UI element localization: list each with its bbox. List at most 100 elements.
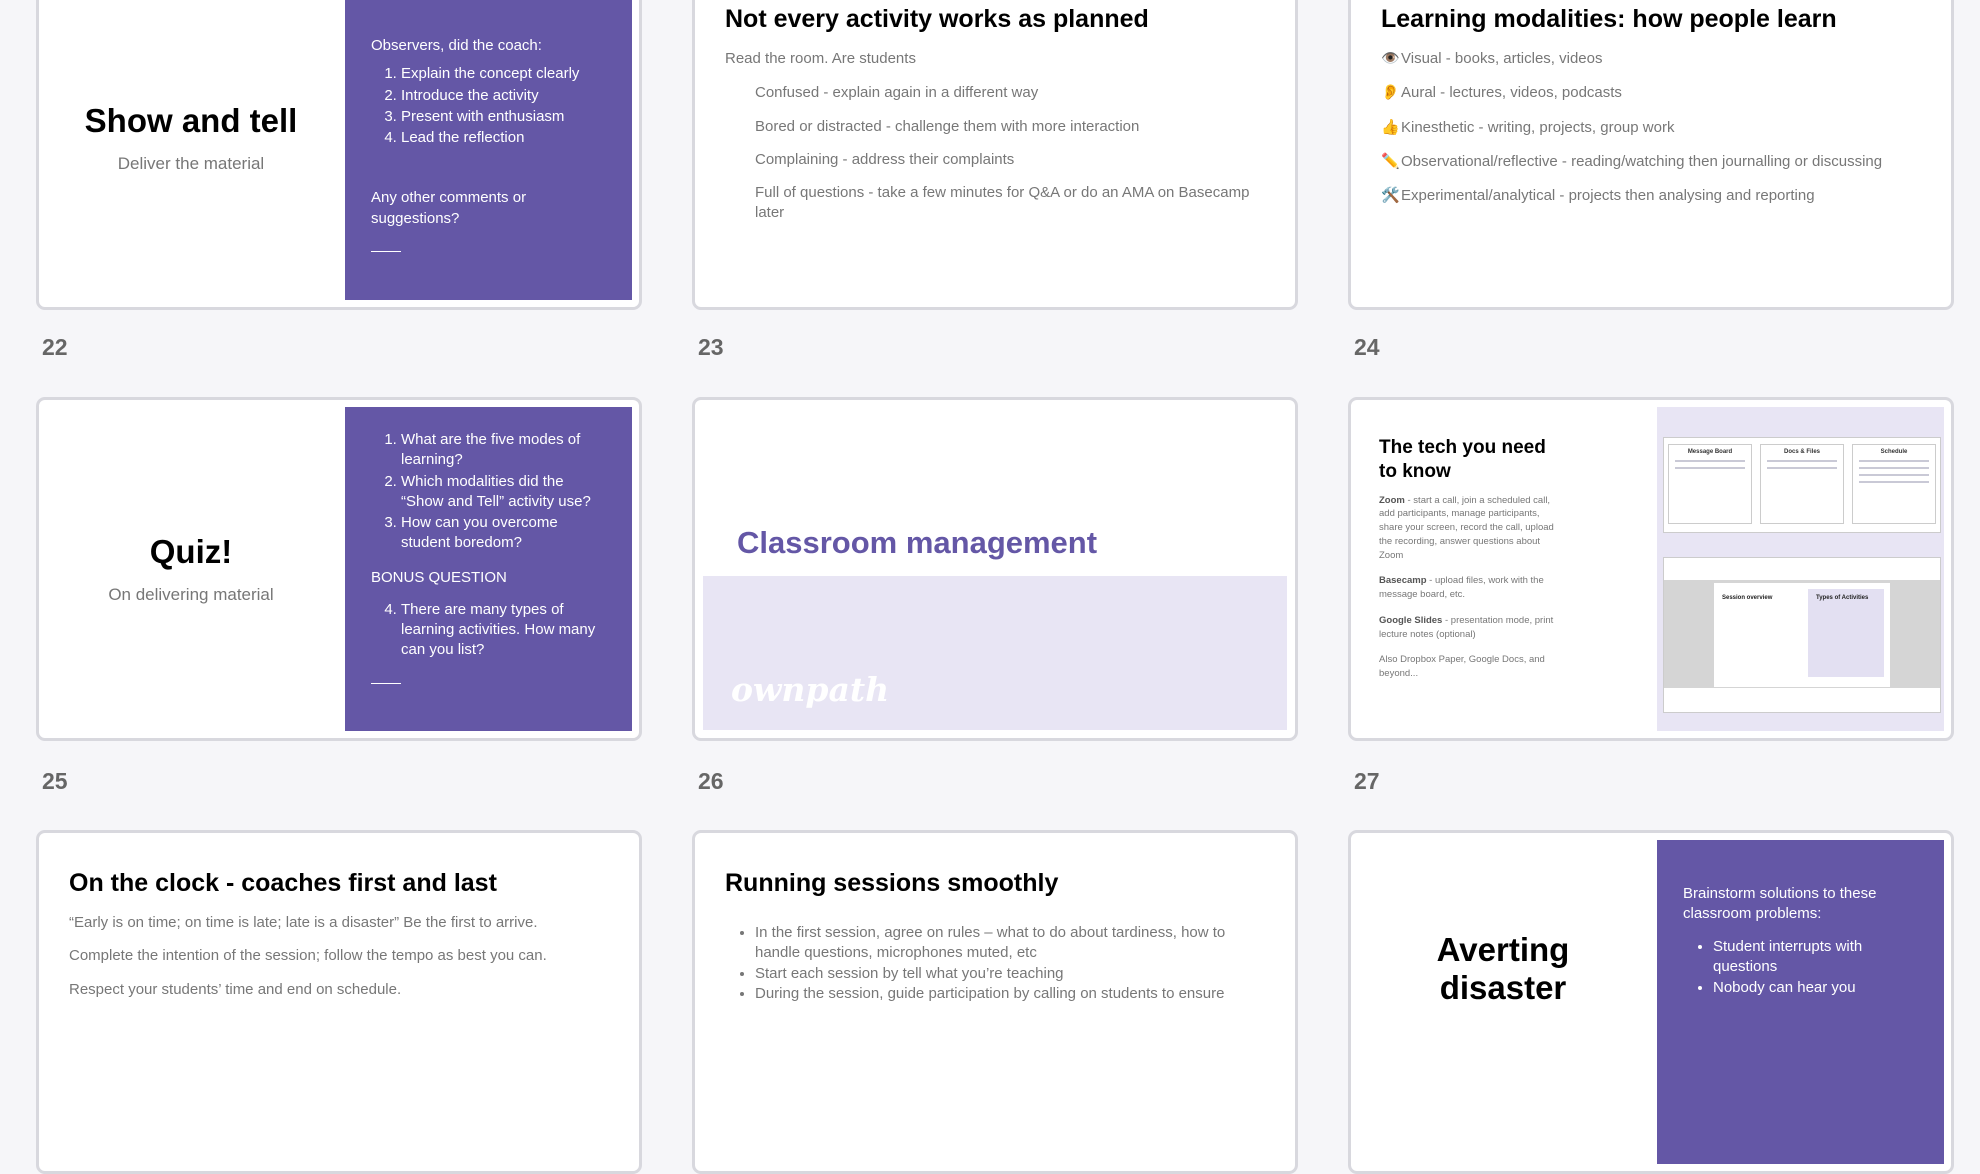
text-line: Respect your students’ time and end on s… — [69, 980, 402, 998]
list-item: ✏️Observational/reflective - reading/wat… — [1381, 152, 1927, 172]
panel-list: Student interrupts with questions Nobody… — [1683, 937, 1918, 999]
bonus-list: There are many types of learning activit… — [371, 600, 606, 661]
slide-title: Running sessions smoothly — [725, 869, 1059, 897]
panel-list: Explain the concept clearly Introduce th… — [371, 64, 606, 148]
slide-title: Learning modalities: how people learn — [1381, 5, 1837, 33]
paragraph: Also Dropbox Paper, Google Docs, and bey… — [1379, 653, 1559, 681]
slide-number: 22 — [42, 334, 68, 360]
item-text: Observational/reflective - reading/watch… — [1401, 152, 1883, 170]
app-toolbar — [1664, 558, 1940, 580]
quiz-questions: What are the five modes of learning? Whi… — [371, 430, 606, 554]
slide-title: Show and tell — [84, 102, 298, 139]
slide-thumbnail-22[interactable]: Show and tell Deliver the material Obser… — [36, 0, 642, 310]
notes-area — [1664, 688, 1940, 712]
item-text: Experimental/analytical - projects then … — [1401, 187, 1815, 204]
list-item: Bored or distracted - challenge them wit… — [755, 117, 1140, 135]
slide-left-panel: Show and tell Deliver the material — [39, 0, 343, 307]
slide-purple-panel: Observers, did the coach: Explain the co… — [345, 0, 632, 300]
divider — [371, 682, 401, 684]
list-item: Nobody can hear you — [1713, 978, 1918, 998]
basecamp-screenshot: Message Board Docs & Files Schedule — [1663, 437, 1941, 533]
docs-files-column: Docs & Files — [1760, 444, 1844, 524]
slide-title: On the clock - coaches first and last — [69, 869, 497, 897]
slide-thumbnail-29[interactable]: Running sessions smoothly In the first s… — [692, 830, 1298, 1174]
list-item: Introduce the activity — [401, 86, 606, 106]
thumbs-up-icon: 👍 — [1381, 118, 1400, 136]
slide-title: Classroom management — [737, 525, 1098, 560]
list-item: 🛠️Experimental/analytical - projects the… — [1381, 186, 1927, 206]
list-item: Lead the reflection — [401, 128, 606, 148]
google-slides-screenshot: Session overview Types of Activities — [1663, 557, 1941, 713]
slide-number: 25 — [42, 768, 68, 794]
text-line: “Early is on time; on time is late; late… — [69, 914, 538, 931]
list-item: Student interrupts with questions — [1713, 937, 1918, 978]
slide-title: Averting disaster — [1436, 931, 1570, 1006]
item-text: Kinesthetic - writing, projects, group w… — [1401, 118, 1675, 136]
slide-number: 27 — [1354, 768, 1380, 794]
paragraph: Basecamp - upload files, work with the m… — [1379, 574, 1559, 602]
text-line: Complete the intention of the session; f… — [69, 947, 547, 965]
list-item: Confused - explain again in a different … — [755, 84, 1039, 102]
item-text: Aural - lectures, videos, podcasts — [1401, 84, 1622, 102]
list-item: There are many types of learning activit… — [401, 600, 606, 661]
paragraph-lead: Google Slides — [1379, 614, 1443, 626]
slide-purple-panel: Brainstorm solutions to these classroom … — [1657, 840, 1944, 1164]
ear-icon: 👂 — [1381, 84, 1400, 102]
doc-label: Session overview — [1722, 595, 1773, 601]
slide-thumbnail-23[interactable]: Not every activity works as planned Read… — [692, 0, 1298, 310]
slide-number: 23 — [698, 334, 724, 360]
paragraph-lead: Basecamp — [1379, 575, 1427, 587]
slide-thumbnail-30[interactable]: Averting disaster Brainstorm solutions t… — [1348, 830, 1954, 1174]
paragraph-text: Also Dropbox Paper, Google Docs, and bey… — [1379, 654, 1545, 680]
list-item: Explain the concept clearly — [401, 64, 606, 84]
paragraph-text: - start a call, join a scheduled call, a… — [1379, 494, 1554, 561]
slide-intro: Read the room. Are students — [725, 50, 916, 67]
list-item: 👁️Visual - books, articles, videos — [1381, 49, 1927, 69]
slide-left-panel: Averting disaster — [1351, 833, 1655, 1171]
eye-icon: 👁️ — [1381, 50, 1400, 67]
panel-intro: Brainstorm solutions to these classroom … — [1683, 885, 1877, 923]
slide-subtitle: On delivering material — [108, 585, 274, 604]
ownpath-logo: ownpath — [731, 670, 890, 709]
slide-thumbnail-28[interactable]: On the clock - coaches first and last “E… — [36, 830, 642, 1174]
slide-title: The tech you need to know — [1379, 437, 1546, 482]
list-item: In the first session, agree on rules – w… — [755, 923, 1271, 964]
slide-left-panel: The tech you need to know Zoom - start a… — [1379, 436, 1559, 693]
paragraph-lead: Zoom — [1379, 494, 1405, 506]
slide-purple-panel: What are the five modes of learning? Whi… — [345, 407, 632, 731]
tools-icon: 🛠️ — [1381, 187, 1400, 204]
doc-sidebar: Types of Activities — [1808, 589, 1884, 677]
slide-thumbnail-24[interactable]: Learning modalities: how people learn 👁️… — [1348, 0, 1954, 310]
list-item: How can you overcome student boredom? — [401, 513, 606, 554]
paragraph: Zoom - start a call, join a scheduled ca… — [1379, 494, 1559, 563]
pencil-icon: ✏️ — [1381, 152, 1400, 170]
slide-title: Not every activity works as planned — [725, 5, 1149, 33]
doc-label: Types of Activities — [1816, 595, 1869, 601]
list-item: What are the five modes of learning? — [401, 430, 606, 471]
list-item: Full of questions - take a few minutes f… — [755, 184, 1250, 222]
list-item: Present with enthusiasm — [401, 107, 606, 127]
schedule-column: Schedule — [1852, 444, 1936, 524]
screenshot-panel: Message Board Docs & Files Schedule Sess… — [1657, 407, 1944, 731]
paragraph: Google Slides - presentation mode, print… — [1379, 614, 1559, 642]
slide-subtitle: Deliver the material — [117, 154, 265, 173]
list-item: During the session, guide participation … — [755, 984, 1271, 1004]
panel-intro: Observers, did the coach: — [371, 37, 542, 54]
column-label: Docs & Files — [1783, 449, 1820, 455]
slide-preview: Session overview Types of Activities — [1714, 583, 1890, 687]
slide-thumbnail-25[interactable]: Quiz! On delivering material What are th… — [36, 397, 642, 741]
slide-number: 24 — [1354, 334, 1380, 360]
slide-left-panel: Quiz! On delivering material — [39, 400, 343, 738]
slide-thumbnail-26[interactable]: Classroom management ownpath — [692, 397, 1298, 741]
bullet-list: In the first session, agree on rules – w… — [725, 923, 1271, 1004]
bonus-label: BONUS QUESTION — [371, 568, 507, 586]
slide-number: 26 — [698, 768, 724, 794]
list-item: Complaining - address their complaints — [755, 150, 1015, 168]
panel-outro: Any other comments or suggestions? — [371, 189, 527, 227]
list-item: 👍Kinesthetic - writing, projects, group … — [1381, 118, 1927, 138]
slide-thumbnail-27[interactable]: The tech you need to know Zoom - start a… — [1348, 397, 1954, 741]
list-item: 👂Aural - lectures, videos, podcasts — [1381, 83, 1927, 103]
column-label: Schedule — [1880, 449, 1908, 455]
divider — [371, 250, 401, 252]
slide-title: Quiz! — [149, 533, 233, 570]
